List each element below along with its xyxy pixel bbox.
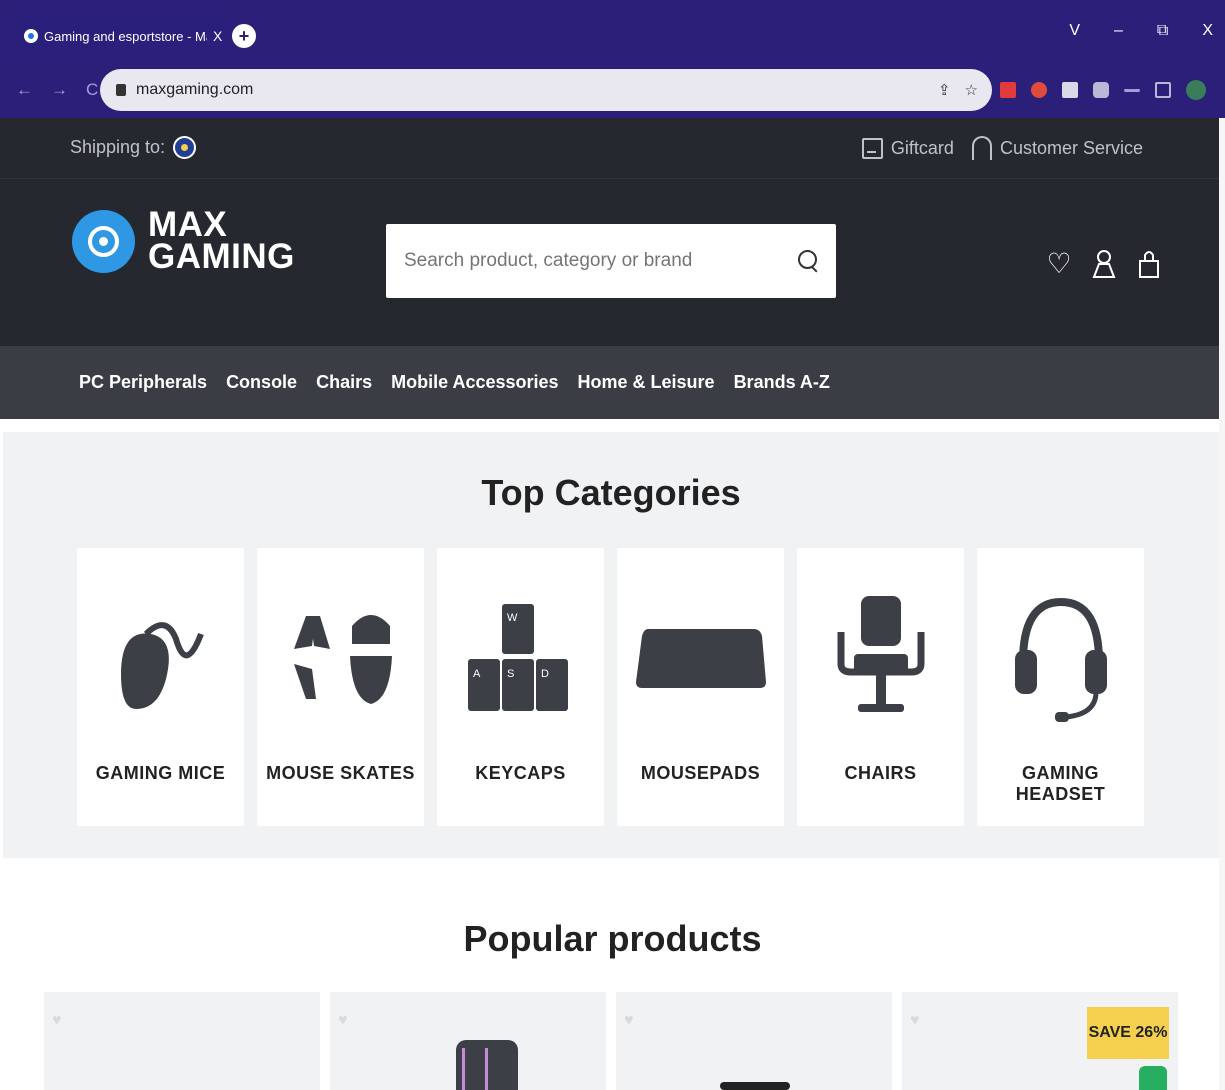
category-card-mouse-skates[interactable]: MOUSE SKATES xyxy=(257,548,424,826)
category-card-gaming-headset[interactable]: GAMING HEADSET xyxy=(977,548,1144,826)
crosshair-logo-icon xyxy=(72,209,135,273)
category-label: GAMING HEADSET xyxy=(1015,763,1106,804)
header-actions: ♡ xyxy=(1045,247,1163,280)
giftcard-link[interactable]: Giftcard xyxy=(861,137,954,159)
close-window-icon[interactable]: X xyxy=(1202,22,1213,40)
tab-search-icon[interactable]: V xyxy=(1069,22,1080,40)
category-label: GAMING MICE xyxy=(95,763,226,783)
site-logo[interactable]: MAX GAMING xyxy=(72,207,295,276)
keycap-d: D xyxy=(541,668,549,680)
giftcard-label: Giftcard xyxy=(890,137,954,158)
nav-chairs[interactable]: Chairs xyxy=(316,372,372,393)
keycap-s: S xyxy=(507,668,514,680)
category-label: KEYCAPS xyxy=(475,763,566,783)
nav-home-leisure[interactable]: Home & Leisure xyxy=(578,372,715,393)
nav-brands-a-z[interactable]: Brands A-Z xyxy=(734,372,830,393)
category-card-gaming-mice[interactable]: GAMING MICE xyxy=(77,548,244,826)
browser-chrome: Gaming and esportstore - MaxGa X + V – ⧉… xyxy=(0,0,1225,118)
keycap-a: A xyxy=(473,668,481,680)
extension-shield-icon[interactable] xyxy=(1031,82,1047,98)
site-favicon-icon xyxy=(24,29,38,43)
product-image xyxy=(720,1082,790,1090)
url-text: maxgaming.com xyxy=(136,81,254,98)
category-card-mousepads[interactable]: MOUSEPADS xyxy=(617,548,784,826)
nav-mobile-accessories[interactable]: Mobile Accessories xyxy=(391,372,558,393)
logo-line2: GAMING xyxy=(148,237,295,276)
shipping-selector[interactable]: Shipping to: xyxy=(70,136,197,159)
reload-icon[interactable]: C xyxy=(86,80,98,100)
extensions-puzzle-icon[interactable] xyxy=(1093,82,1109,98)
product-card[interactable]: ♥ xyxy=(616,992,892,1090)
wishlist-heart-icon[interactable]: ♥ xyxy=(338,1012,354,1029)
logo-text: MAX GAMING xyxy=(148,207,295,276)
restore-icon[interactable]: ⧉ xyxy=(1157,22,1168,40)
browser-tab[interactable]: Gaming and esportstore - MaxGa X xyxy=(14,12,227,60)
nav-console[interactable]: Console xyxy=(226,372,297,393)
save-badge: SAVE 26% xyxy=(1087,1007,1169,1059)
top-categories-section: Top Categories GAMING MICE MOUSE SKATES … xyxy=(3,432,1219,858)
customer-service-link[interactable]: Customer Service xyxy=(971,136,1143,160)
mousepad-icon xyxy=(635,629,766,688)
category-label: MOUSEPADS xyxy=(640,763,761,783)
wishlist-heart-icon[interactable]: ♥ xyxy=(910,1012,926,1029)
new-tab-button[interactable]: + xyxy=(232,24,256,48)
top-info-bar: Shipping to: Giftcard Customer Service xyxy=(0,118,1225,179)
microphone-product-image xyxy=(456,1040,518,1090)
account-icon[interactable] xyxy=(1090,247,1118,280)
bookmark-star-icon[interactable]: ☆ xyxy=(965,81,978,99)
window-controls: V – ⧉ X xyxy=(1069,22,1213,40)
eu-flag-icon[interactable] xyxy=(173,136,197,159)
mouse-skates-icon xyxy=(293,615,392,704)
browser-nav: ← → C xyxy=(16,80,98,100)
minimize-icon[interactable]: – xyxy=(1114,22,1123,40)
keycap-w: W xyxy=(507,612,518,624)
page-scrollbar[interactable] xyxy=(1219,118,1225,1090)
share-icon[interactable]: ⇪ xyxy=(938,81,951,99)
mouse-icon xyxy=(120,622,204,709)
customer-service-label: Customer Service xyxy=(999,137,1143,158)
nav-pc-peripherals[interactable]: PC Peripherals xyxy=(79,372,207,393)
category-card-keycaps[interactable]: W A S D KEYCAPS xyxy=(437,548,604,826)
extension-icons xyxy=(1000,80,1206,100)
top-categories-title: Top Categories xyxy=(481,472,741,513)
headset-icon xyxy=(971,136,992,160)
search-box[interactable] xyxy=(386,224,836,298)
side-panel-icon[interactable] xyxy=(1155,82,1171,98)
forward-arrow-icon[interactable]: → xyxy=(51,80,68,100)
shipping-label: Shipping to: xyxy=(70,137,166,157)
back-arrow-icon[interactable]: ← xyxy=(16,80,33,100)
wishlist-heart-icon[interactable]: ♥ xyxy=(52,1012,68,1029)
search-input[interactable] xyxy=(404,250,784,272)
category-label: MOUSE SKATES xyxy=(266,763,415,783)
extension-red-icon[interactable] xyxy=(1000,82,1016,98)
reading-list-icon[interactable] xyxy=(1124,88,1140,92)
cart-bag-icon[interactable] xyxy=(1135,247,1163,280)
giftcard-icon xyxy=(861,137,883,159)
chair-icon xyxy=(837,596,924,712)
product-card[interactable]: ♥ xyxy=(44,992,320,1090)
green-badge-icon xyxy=(1139,1066,1167,1090)
profile-avatar-icon[interactable] xyxy=(1186,80,1206,100)
tab-close-icon[interactable]: X xyxy=(213,28,222,44)
keycaps-icon: W A S D xyxy=(467,604,568,711)
address-bar[interactable]: maxgaming.com ⇪ ☆ xyxy=(100,69,992,111)
tab-title: Gaming and esportstore - MaxGa xyxy=(44,28,207,44)
popular-products-title: Popular products xyxy=(463,918,762,959)
site-header: MAX GAMING ♡ xyxy=(0,179,1225,346)
category-label: CHAIRS xyxy=(844,763,917,783)
wishlist-heart-icon[interactable]: ♡ xyxy=(1045,247,1073,280)
category-nav: PC Peripherals Console Chairs Mobile Acc… xyxy=(0,346,1225,419)
extension-grey-icon[interactable] xyxy=(1062,82,1078,98)
headset-icon xyxy=(1014,597,1107,722)
lock-icon xyxy=(116,84,126,96)
search-icon[interactable] xyxy=(798,250,820,272)
wishlist-heart-icon[interactable]: ♥ xyxy=(624,1012,640,1029)
category-card-chairs[interactable]: CHAIRS xyxy=(797,548,964,826)
